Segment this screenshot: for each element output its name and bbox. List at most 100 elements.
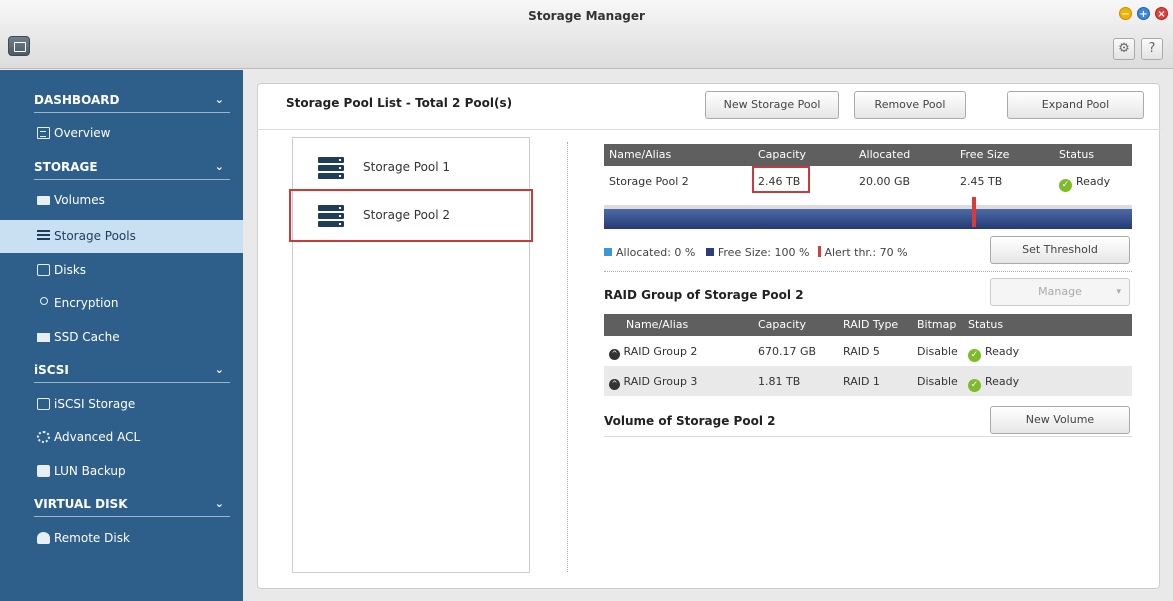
minimize-icon[interactable]: − xyxy=(1119,7,1132,20)
expand-pool-button[interactable]: Expand Pool xyxy=(1007,91,1144,119)
sidebar-item-label: iSCSI Storage xyxy=(54,397,136,411)
settings-gear-icon[interactable]: ⚙ xyxy=(1113,38,1135,60)
sidebar-item-volumes[interactable]: Volumes xyxy=(0,184,243,217)
status-text: Ready xyxy=(1076,175,1111,188)
backup-icon xyxy=(37,465,50,477)
raid-table-header: Name/Alias Capacity RAID Type Bitmap Sta… xyxy=(604,314,1132,336)
close-icon[interactable]: × xyxy=(1155,7,1168,20)
column-header: Capacity xyxy=(758,318,807,331)
new-volume-button[interactable]: New Volume xyxy=(990,406,1130,434)
table-row[interactable]: ^ RAID Group 3 1.81 TB RAID 1 Disable ✓ R… xyxy=(604,366,1132,396)
raid-name: ^ RAID Group 3 xyxy=(609,375,697,390)
sidebar-item-lun-backup[interactable]: LUN Backup xyxy=(0,455,243,488)
sidebar-item-label: LUN Backup xyxy=(54,464,126,478)
divider xyxy=(604,436,1132,437)
raid-capacity: 670.17 GB xyxy=(758,345,817,358)
disk-icon xyxy=(37,264,50,276)
pool-table-header: Name/Alias Capacity Allocated Free Size … xyxy=(604,144,1132,166)
raid-name-text: RAID Group 2 xyxy=(623,345,698,358)
sidebar-item-ssd-cache[interactable]: SSD Cache xyxy=(0,321,243,354)
sidebar-item-storage-pools[interactable]: Storage Pools xyxy=(0,220,243,253)
raid-capacity: 1.81 TB xyxy=(758,375,801,388)
raid-section-title: RAID Group of Storage Pool 2 xyxy=(604,288,804,302)
volume-icon xyxy=(37,196,50,205)
maximize-icon[interactable]: + xyxy=(1137,7,1150,20)
section-label: VIRTUAL DISK xyxy=(34,497,128,511)
column-header: Bitmap xyxy=(917,318,957,331)
sidebar: DASHBOARD ⌄ Overview STORAGE ⌄ Volumes Sto… xyxy=(0,70,243,601)
column-header: Name/Alias xyxy=(626,318,689,331)
section-label: iSCSI xyxy=(34,363,69,377)
remove-pool-button[interactable]: Remove Pool xyxy=(854,91,966,119)
status-badge: ✓ Ready xyxy=(1059,175,1110,192)
raid-type: RAID 1 xyxy=(843,375,880,388)
sidebar-item-overview[interactable]: Overview xyxy=(0,117,243,150)
section-label: STORAGE xyxy=(34,160,98,174)
pool-label: Storage Pool 1 xyxy=(363,160,451,174)
legend-alert: Alert thr.: 70 % xyxy=(824,246,908,259)
legend-free: Free Size: 100 % xyxy=(717,246,810,259)
column-header: Name/Alias xyxy=(609,148,672,161)
allocated-legend-icon xyxy=(604,248,612,256)
table-row[interactable]: Storage Pool 2 2.46 TB 20.00 GB 2.45 TB … xyxy=(604,166,1132,196)
storage-pool-icon xyxy=(318,157,344,179)
set-threshold-button[interactable]: Set Threshold xyxy=(990,236,1130,264)
status-badge: ✓ Ready xyxy=(968,345,1019,362)
column-header: Capacity xyxy=(758,148,807,161)
check-icon: ✓ xyxy=(968,349,981,362)
raid-name-text: RAID Group 3 xyxy=(623,375,698,388)
pool-item-1[interactable]: Storage Pool 1 xyxy=(293,144,529,192)
sidebar-item-label: Disks xyxy=(54,263,87,277)
alert-threshold-marker xyxy=(971,197,976,227)
selection-highlight xyxy=(289,189,533,242)
sidebar-item-disks[interactable]: Disks xyxy=(0,254,243,287)
help-icon[interactable]: ? xyxy=(1141,38,1163,60)
pool-free-size: 2.45 TB xyxy=(960,175,1003,188)
column-header: Free Size xyxy=(960,148,1010,161)
new-storage-pool-button[interactable]: New Storage Pool xyxy=(705,91,839,119)
divider xyxy=(258,129,1161,130)
chevron-down-icon: ⌄ xyxy=(214,93,224,106)
expand-icon[interactable]: ^ xyxy=(609,379,620,390)
free-legend-icon xyxy=(705,248,714,256)
sidebar-section-storage[interactable]: STORAGE ⌄ xyxy=(34,154,230,180)
key-icon xyxy=(40,297,48,305)
pool-list-title: Storage Pool List - Total 2 Pool(s) xyxy=(286,96,513,110)
sidebar-item-remote-disk[interactable]: Remote Disk xyxy=(0,522,243,555)
raid-name: ^ RAID Group 2 xyxy=(609,345,697,360)
sidebar-item-label: SSD Cache xyxy=(54,330,120,344)
title-bar: Storage Manager − + × ⚙ ? xyxy=(0,0,1173,69)
chevron-down-icon: ⌄ xyxy=(214,160,224,173)
sidebar-item-advanced-acl[interactable]: Advanced ACL xyxy=(0,421,243,454)
sidebar-item-iscsi-storage[interactable]: iSCSI Storage xyxy=(0,388,243,421)
menu-icon[interactable] xyxy=(8,36,30,56)
divider xyxy=(604,271,1132,272)
column-header: RAID Type xyxy=(843,318,899,331)
sidebar-section-virtual-disk[interactable]: VIRTUAL DISK ⌄ xyxy=(34,491,230,517)
usage-bar xyxy=(604,205,1132,229)
sidebar-section-dashboard[interactable]: DASHBOARD ⌄ xyxy=(34,87,230,113)
divider xyxy=(567,142,568,572)
sidebar-item-encryption[interactable]: Encryption xyxy=(0,287,243,320)
ssd-icon xyxy=(37,333,50,342)
storage-pool-icon xyxy=(37,230,50,242)
manage-label: Manage xyxy=(1038,285,1082,298)
expand-icon[interactable]: ^ xyxy=(609,349,620,360)
sidebar-item-label: Advanced ACL xyxy=(54,430,141,444)
chevron-down-icon: ⌄ xyxy=(214,497,224,510)
manage-dropdown[interactable]: Manage ▾ xyxy=(990,278,1130,306)
raid-bitmap: Disable xyxy=(917,375,958,388)
main-panel: Storage Pool List - Total 2 Pool(s) New … xyxy=(257,83,1161,589)
sidebar-section-iscsi[interactable]: iSCSI ⌄ xyxy=(34,357,230,383)
legend-allocated: Allocated: 0 % xyxy=(616,246,696,259)
check-icon: ✓ xyxy=(1059,179,1072,192)
usage-legend: Allocated: 0 % Free Size: 100 % Alert th… xyxy=(604,246,908,259)
sidebar-item-label: Encryption xyxy=(54,296,119,310)
sidebar-item-label: Storage Pools xyxy=(54,229,136,243)
volume-section-title: Volume of Storage Pool 2 xyxy=(604,414,776,428)
status-text: Ready xyxy=(985,375,1020,388)
sidebar-item-label: Volumes xyxy=(54,193,105,207)
status-badge: ✓ Ready xyxy=(968,375,1019,392)
table-row[interactable]: ^ RAID Group 2 670.17 GB RAID 5 Disable … xyxy=(604,336,1132,366)
window-title: Storage Manager xyxy=(528,9,645,23)
